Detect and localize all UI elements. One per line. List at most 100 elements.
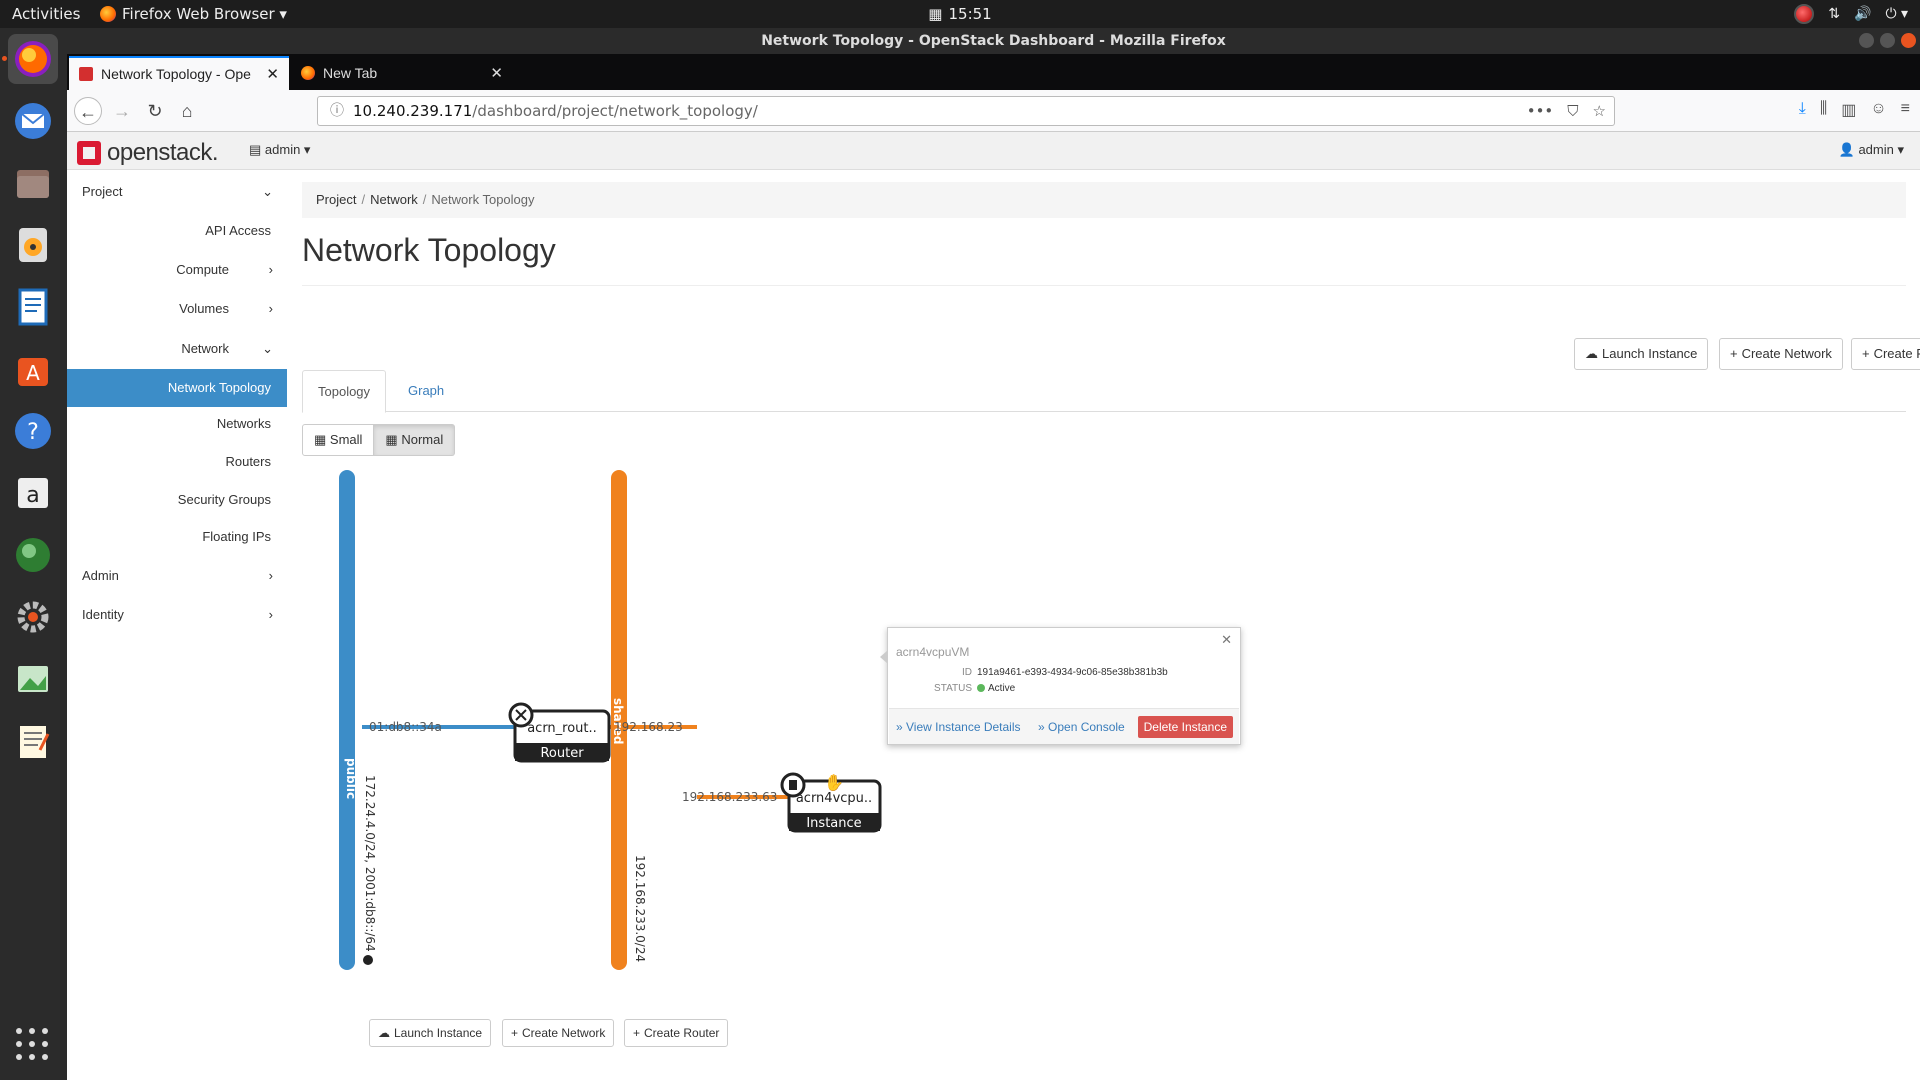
library-icon[interactable]: ⫼ <box>1820 100 1827 120</box>
create-network-button-bottom[interactable]: + Create Network <box>502 1019 615 1047</box>
maximize-icon[interactable] <box>1880 33 1895 48</box>
music-launcher-icon[interactable] <box>8 220 58 270</box>
create-router-button[interactable]: +Create Router <box>1851 338 1920 370</box>
balloon-status-label: STATUS <box>934 683 972 694</box>
running-indicator <box>2 56 7 61</box>
tab-network-topology[interactable]: Network Topology - Ope ✕ <box>69 56 289 90</box>
sidebar-item-floating-ips[interactable]: Floating IPs <box>67 519 287 555</box>
reload-button[interactable]: ↻ <box>141 97 169 125</box>
tab-graph[interactable]: Graph <box>393 370 459 413</box>
writer-launcher-icon[interactable] <box>8 282 58 332</box>
activities-button[interactable]: Activities <box>12 0 80 28</box>
record-icon[interactable] <box>1794 4 1815 24</box>
breadcrumb-project[interactable]: Project <box>316 192 356 207</box>
delete-instance-button[interactable]: Delete Instance <box>1137 716 1233 738</box>
nav-bar: ← → ↻ ⌂ ⓘ 10.240.239.171/dashboard/proje… <box>67 90 1920 132</box>
view-instance-details-link[interactable]: » View Instance Details <box>896 720 1021 734</box>
normal-size-button[interactable]: ▦ Normal <box>374 424 456 456</box>
bookmark-star-icon[interactable]: ☆ <box>1593 97 1606 125</box>
sidebar-toggle-icon[interactable]: ▥ <box>1841 100 1856 120</box>
instance-info-balloon: acrn4vcpuVM ✕ ID 191a9461-e393-4934-9c06… <box>880 627 1241 745</box>
close-window-icon[interactable] <box>1901 33 1916 48</box>
chevron-right-icon: › <box>268 607 273 622</box>
sidebar-item-identity[interactable]: Identity › <box>67 597 287 633</box>
sidebar-item-api-access[interactable]: API Access <box>67 213 287 249</box>
close-tab-icon[interactable]: ✕ <box>490 64 503 82</box>
sidebar-item-compute[interactable]: Compute › <box>67 252 287 288</box>
breadcrumb-network[interactable]: Network <box>370 192 418 207</box>
create-router-button-bottom[interactable]: + Create Router <box>624 1019 729 1047</box>
router-node[interactable]: acrn_rout.. Router <box>508 702 611 763</box>
downloads-icon[interactable]: ⤓ <box>1799 100 1806 120</box>
back-button[interactable]: ← <box>74 97 102 125</box>
network-icon[interactable]: ⇅ <box>1828 0 1840 28</box>
network-name-public: public <box>344 758 358 799</box>
power-icon[interactable]: ⏻ ▾ <box>1885 0 1908 28</box>
sidebar-item-security-groups[interactable]: Security Groups <box>67 482 287 518</box>
sidebar-item-network-topology[interactable]: Network Topology <box>67 369 287 407</box>
openstack-logo[interactable]: openstack. <box>77 139 219 167</box>
tab-new-tab[interactable]: New Tab ✕ <box>291 56 513 90</box>
firefox-launcher-icon[interactable] <box>8 34 58 84</box>
sidebar-item-routers[interactable]: Routers <box>67 444 287 480</box>
help-launcher-icon[interactable]: ? <box>8 406 58 456</box>
project-label: admin ▾ <box>264 142 311 157</box>
settings-launcher-icon[interactable] <box>8 592 58 642</box>
button-label: Small <box>329 432 363 447</box>
instance-port-label: 192.168.233.63 <box>682 790 777 804</box>
page-actions-icon[interactable]: ••• <box>1527 97 1554 125</box>
button-label: Create Network <box>1741 346 1832 361</box>
sidebar-item-network[interactable]: Network ⌄ <box>67 331 287 367</box>
app-menu[interactable]: Firefox Web Browser ▾ <box>100 0 287 28</box>
sidebar-item-networks[interactable]: Networks <box>67 406 287 442</box>
forward-button[interactable]: → <box>108 97 136 125</box>
amazon-launcher-icon[interactable]: a <box>8 468 58 518</box>
plus-icon: + <box>633 1026 641 1040</box>
sidebar-item-project[interactable]: Project ⌄ <box>67 174 287 210</box>
home-button[interactable]: ⌂ <box>173 97 201 125</box>
small-size-button[interactable]: ▦ Small <box>302 424 375 456</box>
page-title: Network Topology <box>302 232 556 268</box>
sidebar-item-admin[interactable]: Admin › <box>67 558 287 594</box>
user-menu[interactable]: 👤 admin ▾ <box>1839 142 1904 158</box>
svg-text:A: A <box>26 361 40 385</box>
close-tab-icon[interactable]: ✕ <box>266 65 279 83</box>
volume-icon[interactable]: 🔊 <box>1854 0 1871 28</box>
sidebar-item-label: Network <box>181 341 229 356</box>
openstack-favicon-icon <box>79 67 93 81</box>
system-top-bar: Activities Firefox Web Browser ▾ ▦ 15:51… <box>0 0 1920 28</box>
create-network-button[interactable]: + Create Network <box>1719 338 1843 370</box>
chevron-right-icon: › <box>268 301 273 316</box>
user-label: admin ▾ <box>1858 142 1904 157</box>
image-viewer-launcher-icon[interactable] <box>8 654 58 704</box>
sidebar-item-label: Admin <box>82 568 119 583</box>
close-icon[interactable]: ✕ <box>1221 632 1232 648</box>
site-info-icon[interactable]: ⓘ <box>330 97 344 125</box>
url-bar[interactable]: ⓘ 10.240.239.171/dashboard/project/netwo… <box>317 96 1615 126</box>
globe-launcher-icon[interactable] <box>8 530 58 580</box>
software-center-icon[interactable]: A <box>8 344 58 394</box>
mail-launcher-icon[interactable] <box>8 96 58 146</box>
launch-instance-button-bottom[interactable]: ☁ Launch Instance <box>369 1019 492 1047</box>
text-editor-launcher-icon[interactable] <box>8 716 58 766</box>
launch-instance-button[interactable]: ☁ Launch Instance <box>1574 338 1709 370</box>
files-launcher-icon[interactable] <box>8 158 58 208</box>
hamburger-menu-icon[interactable]: ≡ <box>1901 100 1910 120</box>
network-bar-public[interactable] <box>339 470 355 970</box>
account-icon[interactable]: ☺ <box>1870 100 1886 120</box>
tab-bar: Network Topology - Ope ✕ New Tab ✕ + <box>67 54 1920 110</box>
view-tabs: Topology Graph <box>302 370 1906 413</box>
project-selector[interactable]: ▤ admin ▾ <box>249 142 310 158</box>
open-console-link[interactable]: » Open Console <box>1038 720 1125 734</box>
show-applications-icon[interactable] <box>16 1028 50 1062</box>
system-tray[interactable]: ⇅ 🔊 ⏻ ▾ <box>1794 0 1908 28</box>
clock[interactable]: ▦ 15:51 <box>928 0 991 28</box>
breadcrumb-current: Network Topology <box>431 192 535 207</box>
sidebar-item-volumes[interactable]: Volumes › <box>67 291 287 327</box>
balloon-instance-name: acrn4vcpuVM <box>896 645 970 659</box>
router-type-label: Router <box>540 746 584 761</box>
tab-topology[interactable]: Topology <box>302 370 387 413</box>
pocket-icon[interactable]: ⛉ <box>1567 97 1578 125</box>
minimize-icon[interactable] <box>1859 33 1874 48</box>
status-dot-icon <box>977 684 985 692</box>
